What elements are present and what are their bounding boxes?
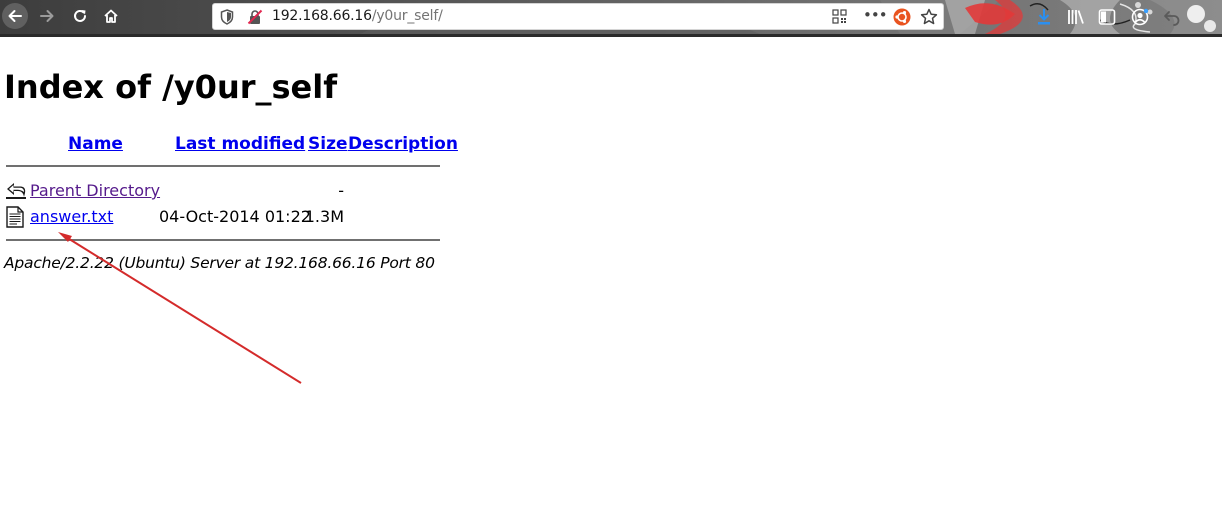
url-text[interactable]: 192.168.66.16/y0ur_self/	[272, 8, 443, 25]
tracking-shield-icon[interactable]	[220, 9, 234, 25]
forward-icon	[40, 10, 54, 22]
toolbar-border	[0, 34, 1222, 37]
page-title: Index of /y0ur_self	[4, 68, 338, 106]
parent-directory-link[interactable]: Parent Directory	[30, 181, 160, 200]
header-divider	[6, 165, 440, 167]
reload-button[interactable]	[67, 3, 93, 29]
column-header-size[interactable]: Size	[308, 134, 348, 154]
page-actions-icon[interactable]: •••	[863, 7, 888, 24]
back-icon	[8, 10, 22, 22]
size-cell: 1.3M	[304, 207, 344, 226]
qr-code-icon[interactable]	[832, 9, 847, 24]
account-icon[interactable]	[1131, 8, 1149, 26]
column-header-description[interactable]: Description	[348, 134, 458, 154]
back-button[interactable]	[2, 3, 28, 29]
url-host: 192.168.66.16	[272, 8, 372, 24]
footer-divider	[6, 239, 440, 241]
home-icon	[104, 9, 118, 23]
library-icon[interactable]	[1067, 8, 1085, 26]
address-bar[interactable]: 192.168.66.16/y0ur_self/ •••	[212, 3, 944, 30]
server-signature: Apache/2.2.22 (Ubuntu) Server at 192.168…	[4, 254, 435, 272]
text-file-icon	[6, 206, 24, 228]
insecure-lock-icon[interactable]	[247, 9, 263, 25]
forward-button[interactable]	[34, 3, 60, 29]
answer-txt-link[interactable]: answer.txt	[30, 207, 113, 226]
sidebar-icon[interactable]	[1098, 8, 1116, 26]
last-modified-cell: 04-Oct-2014 01:22	[159, 207, 311, 226]
column-header-last-modified[interactable]: Last modified	[175, 134, 305, 154]
size-cell: -	[338, 181, 344, 200]
reload-icon	[74, 9, 86, 22]
bookmark-star-icon[interactable]	[920, 8, 938, 26]
column-header-name[interactable]: Name	[68, 134, 123, 154]
back-folder-icon	[6, 183, 26, 199]
undo-icon[interactable]	[1163, 8, 1181, 26]
url-path: /y0ur_self/	[371, 8, 443, 24]
list-item-parent-directory: Parent Directory -	[4, 180, 444, 202]
download-icon[interactable]	[1036, 8, 1052, 26]
browser-toolbar: 192.168.66.16/y0ur_self/ •••	[0, 0, 1222, 34]
home-button[interactable]	[98, 3, 124, 29]
list-item-answer-txt: answer.txt 04-Oct-2014 01:22 1.3M	[4, 206, 444, 228]
ubuntu-icon[interactable]	[893, 8, 911, 26]
